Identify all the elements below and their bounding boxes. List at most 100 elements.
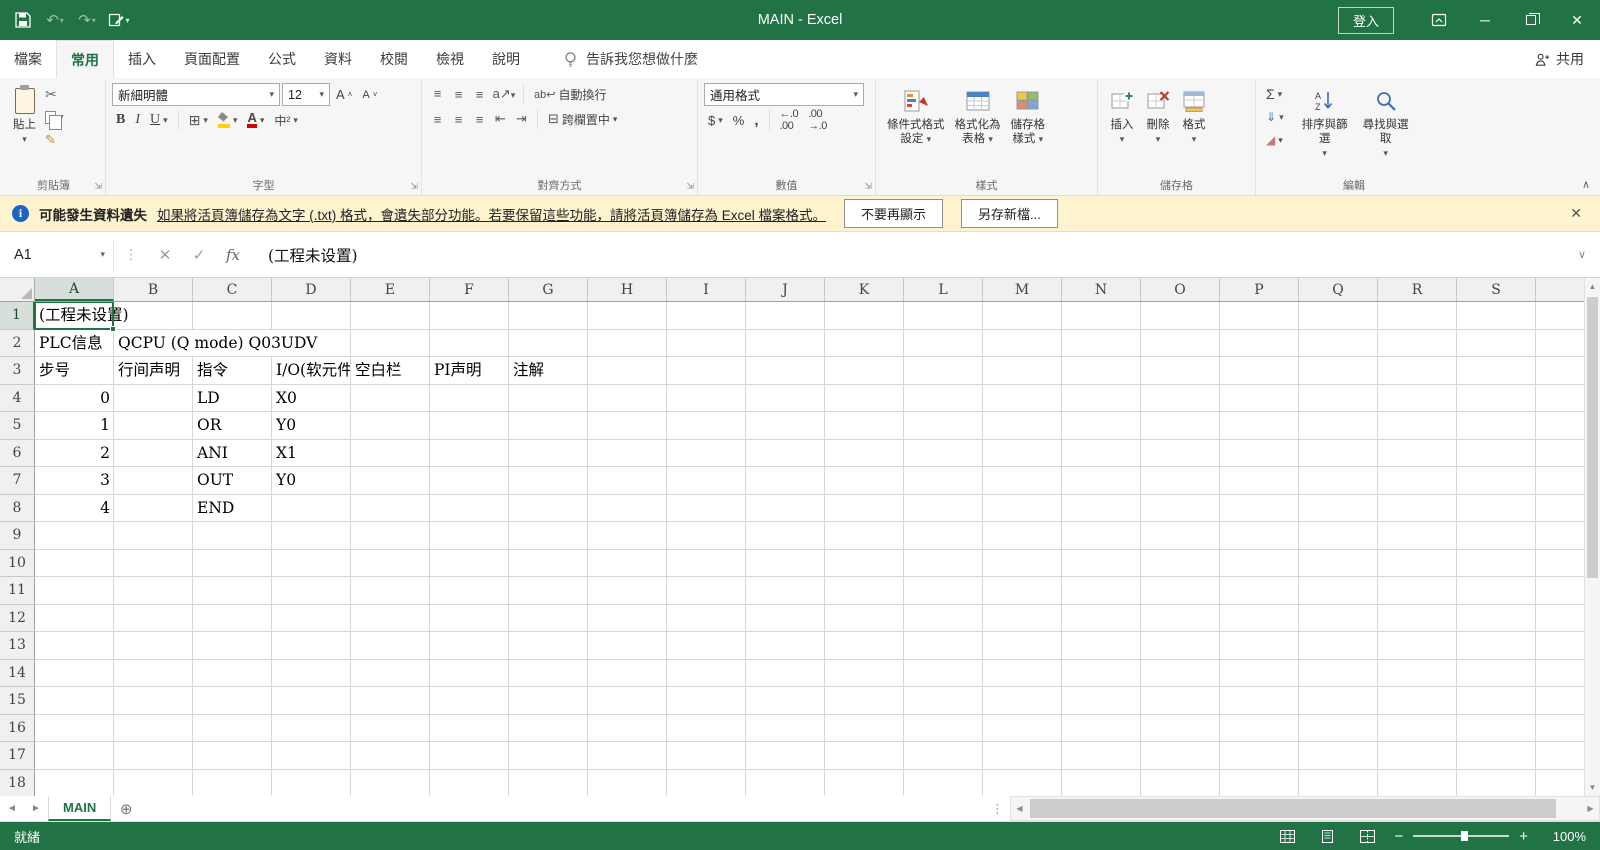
autosum-button[interactable]: Σ▾: [1262, 83, 1288, 105]
page-layout-view-icon[interactable]: [1314, 826, 1340, 846]
column-header-O[interactable]: O: [1141, 278, 1220, 301]
cell-G1[interactable]: [509, 302, 588, 330]
cell-J15[interactable]: [746, 687, 825, 715]
cell-O10[interactable]: [1141, 550, 1220, 578]
cell-C9[interactable]: [193, 522, 272, 550]
cell-B14[interactable]: [114, 660, 193, 688]
horizontal-scrollbar[interactable]: ◀ ▶: [1010, 796, 1600, 821]
row-header-5[interactable]: 5: [0, 412, 35, 440]
cell-S7[interactable]: [1457, 467, 1536, 495]
horizontal-scroll-track[interactable]: [1028, 797, 1582, 820]
cell-S18[interactable]: [1457, 770, 1536, 797]
alignment-dialog-launcher[interactable]: ⇲: [686, 181, 694, 192]
collapse-ribbon-icon[interactable]: ∧: [1582, 178, 1590, 191]
cell-J1[interactable]: [746, 302, 825, 330]
cell-I5[interactable]: [667, 412, 746, 440]
increase-font-button[interactable]: A˄: [332, 84, 356, 106]
cell-J7[interactable]: [746, 467, 825, 495]
cell-M4[interactable]: [983, 385, 1062, 413]
cell-H18[interactable]: [588, 770, 667, 797]
borders-button[interactable]: ⊞▾: [185, 109, 212, 131]
column-header-H[interactable]: H: [588, 278, 667, 301]
cell-I16[interactable]: [667, 715, 746, 743]
cell-P14[interactable]: [1220, 660, 1299, 688]
align-left-icon[interactable]: ≡: [428, 112, 447, 127]
cell-K3[interactable]: [825, 357, 904, 385]
cell-K2[interactable]: [825, 330, 904, 358]
column-header-P[interactable]: P: [1220, 278, 1299, 301]
cell-C14[interactable]: [193, 660, 272, 688]
cell-M5[interactable]: [983, 412, 1062, 440]
cell-J2[interactable]: [746, 330, 825, 358]
row-header-6[interactable]: 6: [0, 440, 35, 468]
share-button[interactable]: 共用: [1535, 40, 1584, 78]
cell-A6[interactable]: 2: [35, 440, 114, 468]
cell-A17[interactable]: [35, 742, 114, 770]
cell-I11[interactable]: [667, 577, 746, 605]
cell-O1[interactable]: [1141, 302, 1220, 330]
cell-M9[interactable]: [983, 522, 1062, 550]
cell-P2[interactable]: [1220, 330, 1299, 358]
clear-button[interactable]: ◢▾: [1262, 129, 1288, 151]
scrollbar-resize-handle[interactable]: ⋮: [985, 796, 1010, 821]
cell-N5[interactable]: [1062, 412, 1141, 440]
cell-G13[interactable]: [509, 632, 588, 660]
increase-indent-icon[interactable]: ⇥: [512, 111, 531, 127]
cell-G4[interactable]: [509, 385, 588, 413]
cell-G14[interactable]: [509, 660, 588, 688]
column-header-E[interactable]: E: [351, 278, 430, 301]
cell-K4[interactable]: [825, 385, 904, 413]
select-all-corner[interactable]: [0, 278, 35, 301]
cell-N8[interactable]: [1062, 495, 1141, 523]
cell-G15[interactable]: [509, 687, 588, 715]
orientation-icon[interactable]: a↗▾: [491, 86, 517, 102]
column-header-K[interactable]: K: [825, 278, 904, 301]
cell-H17[interactable]: [588, 742, 667, 770]
underline-button[interactable]: U▾: [146, 109, 172, 131]
cell-G16[interactable]: [509, 715, 588, 743]
cell-J8[interactable]: [746, 495, 825, 523]
cell-K9[interactable]: [825, 522, 904, 550]
cell-L10[interactable]: [904, 550, 983, 578]
cell-E9[interactable]: [351, 522, 430, 550]
cell-A15[interactable]: [35, 687, 114, 715]
cell-Q5[interactable]: [1299, 412, 1378, 440]
cell-K10[interactable]: [825, 550, 904, 578]
new-sheet-icon[interactable]: ⊕: [111, 796, 141, 821]
expand-formula-bar-icon[interactable]: ∨: [1564, 248, 1600, 261]
cell-S14[interactable]: [1457, 660, 1536, 688]
row-header-12[interactable]: 12: [0, 605, 35, 633]
cell-B4[interactable]: [114, 385, 193, 413]
next-sheet-icon[interactable]: ►: [24, 796, 48, 821]
ribbon-tab-校閱[interactable]: 校閱: [366, 40, 422, 78]
cell-Q15[interactable]: [1299, 687, 1378, 715]
cell-R9[interactable]: [1378, 522, 1457, 550]
tell-me-box[interactable]: 告訴我您想做什麼: [562, 40, 698, 78]
cell-B6[interactable]: [114, 440, 193, 468]
cell-H8[interactable]: [588, 495, 667, 523]
cell-L14[interactable]: [904, 660, 983, 688]
cell-O18[interactable]: [1141, 770, 1220, 797]
column-header-G[interactable]: G: [509, 278, 588, 301]
insert-function-icon[interactable]: fx: [216, 246, 250, 264]
cell-Q3[interactable]: [1299, 357, 1378, 385]
cell-R18[interactable]: [1378, 770, 1457, 797]
cell-H11[interactable]: [588, 577, 667, 605]
cell-N3[interactable]: [1062, 357, 1141, 385]
cell-A14[interactable]: [35, 660, 114, 688]
cell-B9[interactable]: [114, 522, 193, 550]
cell-J5[interactable]: [746, 412, 825, 440]
cell-D11[interactable]: [272, 577, 351, 605]
cell-H10[interactable]: [588, 550, 667, 578]
scroll-down-icon[interactable]: ▼: [1585, 779, 1600, 796]
format-cells-button[interactable]: 格式 ▾: [1176, 83, 1212, 146]
cell-M7[interactable]: [983, 467, 1062, 495]
cell-C17[interactable]: [193, 742, 272, 770]
cell-A8[interactable]: 4: [35, 495, 114, 523]
cell-I6[interactable]: [667, 440, 746, 468]
save-as-button[interactable]: 另存新檔...: [961, 199, 1058, 228]
row-header-11[interactable]: 11: [0, 577, 35, 605]
cell-I18[interactable]: [667, 770, 746, 797]
cell-F8[interactable]: [430, 495, 509, 523]
column-header-A[interactable]: A: [35, 278, 114, 301]
